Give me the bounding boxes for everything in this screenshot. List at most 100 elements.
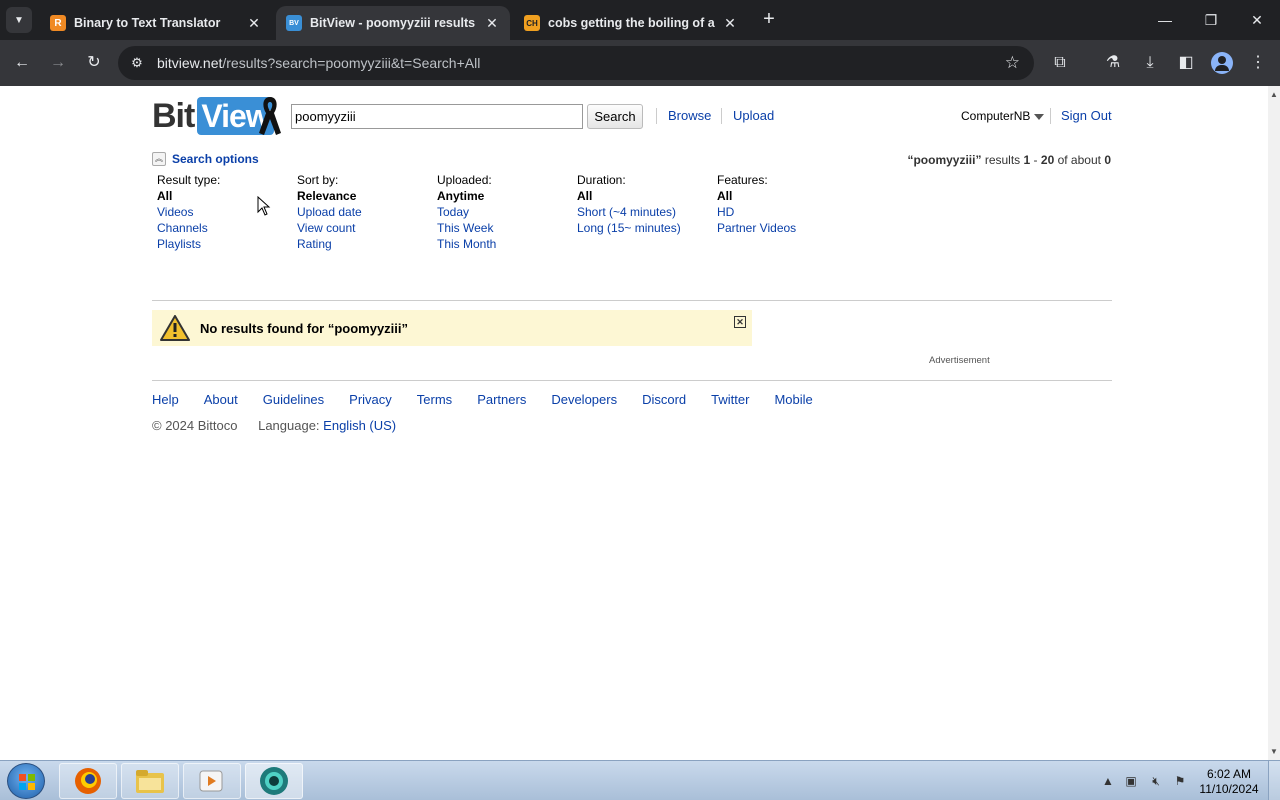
footer-link-terms[interactable]: Terms xyxy=(417,392,452,407)
bookmark-star-icon[interactable]: ☆ xyxy=(1005,53,1020,73)
filter-option-rating[interactable]: Rating xyxy=(297,236,437,252)
filter-option-partner-videos[interactable]: Partner Videos xyxy=(717,220,857,236)
filter-result-type: Result type: All Videos Channels Playlis… xyxy=(157,172,297,252)
results-query: “poomyyziii” xyxy=(907,153,982,167)
footer-link-discord[interactable]: Discord xyxy=(642,392,686,407)
filter-option-channels[interactable]: Channels xyxy=(157,220,297,236)
tab-favicon-icon: R xyxy=(50,15,66,31)
mouse-pointer-icon xyxy=(257,196,271,216)
no-results-message: No results found for “poomyyziii” xyxy=(200,321,409,336)
taskbar-media-player[interactable] xyxy=(183,763,241,799)
no-results-notice: No results found for “poomyyziii” ✕ xyxy=(152,310,752,346)
results-from: 1 xyxy=(1023,153,1031,167)
section-divider xyxy=(152,300,1112,301)
results-of-about: of about xyxy=(1057,153,1101,167)
page-scrollbar[interactable]: ▲ ▼ xyxy=(1268,86,1280,760)
filter-heading: Result type: xyxy=(157,173,221,187)
network-icon[interactable]: ▣ xyxy=(1123,773,1139,789)
filter-option-upload-date[interactable]: Upload date xyxy=(297,204,437,220)
action-center-flag-icon[interactable]: ⚑ xyxy=(1172,773,1188,789)
filter-option-view-count[interactable]: View count xyxy=(297,220,437,236)
footer-link-about[interactable]: About xyxy=(204,392,238,407)
filter-option-hd[interactable]: HD xyxy=(717,204,857,220)
tab-bitview-results[interactable]: BV BitView - poomyyziii results ✕ xyxy=(276,6,510,40)
taskbar-firefox[interactable] xyxy=(59,763,117,799)
footer-link-twitter[interactable]: Twitter xyxy=(711,392,749,407)
search-button[interactable]: Search xyxy=(587,104,643,129)
filter-option-videos[interactable]: Videos xyxy=(157,204,297,220)
restore-icon[interactable]: ❐ xyxy=(1196,8,1226,32)
username: ComputerNB xyxy=(961,109,1031,123)
reload-icon[interactable]: ↻ xyxy=(82,51,106,75)
tab-binary-translator[interactable]: R Binary to Text Translator ✕ xyxy=(40,6,272,40)
tab-cobs[interactable]: CH cobs getting the boiling of a li ✕ xyxy=(514,6,748,40)
filter-selected: All xyxy=(157,189,173,203)
search-options-toggle[interactable]: ︽ Search options xyxy=(152,152,259,166)
filter-selected: Relevance xyxy=(297,189,357,203)
close-window-icon[interactable]: ✕ xyxy=(1242,8,1272,32)
tab-close-icon[interactable]: ✕ xyxy=(484,15,500,32)
filter-option-today[interactable]: Today xyxy=(437,204,577,220)
tab-search-button[interactable]: ▼ xyxy=(6,7,32,33)
browser-toolbar: ← → ↻ ⚙ bitview.net/results?search=poomy… xyxy=(0,40,1280,86)
user-menu[interactable]: ComputerNB xyxy=(961,109,1045,123)
tab-title: BitView - poomyyziii results xyxy=(310,16,476,30)
taskbar-clock[interactable]: 6:02 AM 11/10/2024 xyxy=(1196,767,1262,797)
tab-title: Binary to Text Translator xyxy=(74,16,221,30)
scroll-up-icon[interactable]: ▲ xyxy=(1270,90,1278,99)
more-menu-icon[interactable]: ⋮ xyxy=(1246,51,1270,75)
minimize-icon[interactable]: — xyxy=(1150,8,1180,32)
filter-option-this-month[interactable]: This Month xyxy=(437,236,577,252)
results-total: 0 xyxy=(1104,153,1111,167)
download-icon[interactable]: ⤓ xyxy=(1138,51,1162,75)
labs-flask-icon[interactable]: ⚗ xyxy=(1101,51,1125,75)
taskbar-chrome-app[interactable] xyxy=(245,763,303,799)
close-notice-icon[interactable]: ✕ xyxy=(734,316,746,328)
browse-link[interactable]: Browse xyxy=(668,108,711,123)
footer-link-partners[interactable]: Partners xyxy=(477,392,526,407)
taskbar-file-explorer[interactable] xyxy=(121,763,179,799)
language-link[interactable]: English (US) xyxy=(323,418,396,433)
tab-close-icon[interactable]: ✕ xyxy=(246,15,262,32)
new-tab-plus-icon[interactable]: + xyxy=(758,8,780,30)
filter-uploaded: Uploaded: Anytime Today This Week This M… xyxy=(437,172,577,252)
footer-link-mobile[interactable]: Mobile xyxy=(774,392,812,407)
address-bar[interactable]: ⚙ bitview.net/results?search=poomyyziii&… xyxy=(118,46,1034,80)
tab-close-icon[interactable]: ✕ xyxy=(722,15,738,32)
sign-out-link[interactable]: Sign Out xyxy=(1061,108,1112,123)
results-dash: - xyxy=(1033,153,1038,167)
filter-heading: Duration: xyxy=(577,173,626,187)
footer-link-help[interactable]: Help xyxy=(152,392,179,407)
site-info-icon[interactable]: ⚙ xyxy=(128,54,146,72)
back-arrow-icon[interactable]: ← xyxy=(10,51,34,75)
extensions-puzzle-icon[interactable]: ⧉ xyxy=(1048,51,1072,75)
search-input[interactable] xyxy=(291,104,583,129)
clock-time: 6:02 AM xyxy=(1206,767,1252,781)
tray-overflow-icon[interactable]: ▲ xyxy=(1100,773,1116,789)
side-panel-icon[interactable]: ◧ xyxy=(1174,51,1198,75)
results-word: results xyxy=(984,153,1021,167)
filter-option-short[interactable]: Short (~4 minutes) xyxy=(577,204,717,220)
footer-link-guidelines[interactable]: Guidelines xyxy=(263,392,324,407)
url-path: /results?search=poomyyziii&t=Search+All xyxy=(222,55,481,71)
windows-taskbar: ▲ ▣ 🔇︎ ⚑ 6:02 AM 11/10/2024 xyxy=(0,760,1280,800)
upload-link[interactable]: Upload xyxy=(733,108,774,123)
warning-icon xyxy=(160,315,190,341)
filter-option-playlists[interactable]: Playlists xyxy=(157,236,297,252)
forward-arrow-icon[interactable]: → xyxy=(46,51,70,75)
language-label: Language: xyxy=(258,418,320,433)
profile-avatar-icon[interactable] xyxy=(1211,52,1233,74)
footer-link-privacy[interactable]: Privacy xyxy=(349,392,392,407)
show-desktop-button[interactable] xyxy=(1268,761,1280,800)
url-host: bitview.net xyxy=(157,55,223,71)
clock-date: 11/10/2024 xyxy=(1199,782,1259,796)
start-button[interactable] xyxy=(7,763,45,799)
filter-heading: Sort by: xyxy=(297,173,339,187)
volume-muted-icon[interactable]: 🔇︎ xyxy=(1148,773,1164,789)
scroll-down-icon[interactable]: ▼ xyxy=(1270,747,1278,756)
filter-option-this-week[interactable]: This Week xyxy=(437,220,577,236)
filter-selected: Anytime xyxy=(437,189,485,203)
url-text[interactable]: bitview.net/results?search=poomyyziii&t=… xyxy=(157,55,480,71)
filter-option-long[interactable]: Long (15~ minutes) xyxy=(577,220,717,236)
footer-link-developers[interactable]: Developers xyxy=(551,392,617,407)
